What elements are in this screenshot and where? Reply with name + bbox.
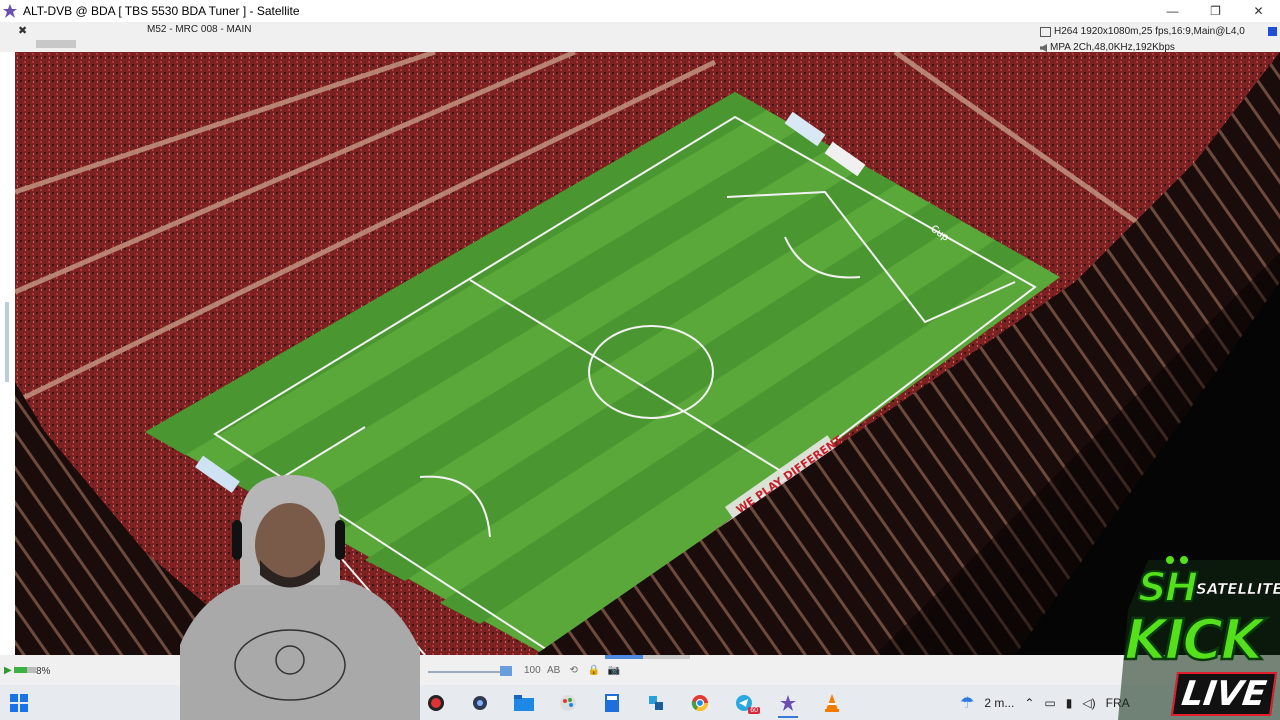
volume-100-button[interactable]: 100 [524,663,541,677]
zoom-level[interactable]: 8% [36,666,50,677]
satellite-dish-icon[interactable]: ✖ [18,24,27,37]
volume-slider[interactable] [14,667,36,673]
position-slider-track[interactable] [428,671,508,673]
menu-icon[interactable] [1268,27,1277,36]
obs-icon[interactable] [420,689,452,717]
window-title: ALT-DVB @ BDA [ TBS 5530 BDA Tuner ] - S… [23,4,300,18]
restore-button[interactable]: ❐ [1194,0,1237,22]
webcam-icon[interactable] [464,689,496,717]
brand-satellite-text: SATELLITE [1196,580,1280,599]
vlc-icon[interactable] [816,689,848,717]
progress-bar[interactable] [605,655,690,659]
taskbar-apps: 60 [420,689,848,718]
play-icon[interactable]: ▶ [4,665,12,676]
mic-icon[interactable]: ▮ [1066,696,1073,710]
position-slider-thumb[interactable] [500,666,512,676]
title-bar: ALT-DVB @ BDA [ TBS 5530 BDA Tuner ] - S… [0,0,1280,22]
calculator-icon[interactable] [596,689,628,717]
brand-sh-text: SH [1137,564,1199,612]
lock-icon[interactable]: 🔒 [587,663,601,677]
video-info: H264 1920x1080m,25 fps,16:9,Main@L4,0 [1054,26,1245,37]
chevron-up-icon[interactable]: ⌃ [1024,696,1034,710]
channel-info-bar: ✖ M52 - MRC 008 - MAIN H264 1920x1080m,2… [0,22,1280,53]
ab-repeat-button[interactable]: AB [547,663,561,677]
window-controls: — ❐ ✕ [1151,0,1280,22]
video-format-icon [1040,27,1051,37]
weather-text[interactable]: 2 m... [984,696,1014,710]
system-tray: ☂ 2 m... ⌃ ▭ ▮ ◁) FRA [960,685,1130,720]
telegram-badge: 60 [748,707,760,714]
altdvb-app-icon[interactable] [3,4,17,18]
channel-name[interactable]: M52 - MRC 008 - MAIN [147,24,251,35]
network-icon[interactable] [640,689,672,717]
left-side-panel [0,52,15,655]
brand-kick-text: KICK [1123,607,1265,675]
folder-icon[interactable] [508,689,540,717]
signal-level-bar [36,40,76,48]
start-button[interactable] [10,694,28,712]
minimize-button[interactable]: — [1151,0,1194,22]
player-buttons: 100 AB ⟲ 🔒 📷 [524,663,621,677]
brand-live-text: LIVE [1170,672,1277,716]
telegram-icon[interactable]: 60 [728,689,760,717]
timeshift-icon[interactable]: ⟲ [567,663,581,677]
chrome-icon[interactable] [684,689,716,717]
close-button[interactable]: ✕ [1237,0,1280,22]
network-tray-icon[interactable]: ▭ [1044,696,1055,710]
progress-fill [605,655,644,659]
speaker-icon[interactable]: ◁) [1082,696,1095,710]
side-scroll-handle[interactable] [5,302,9,382]
paint-icon[interactable] [552,689,584,717]
altdvb-icon[interactable] [772,689,804,718]
audio-icon [1040,44,1047,52]
weather-icon[interactable]: ☂ [960,693,974,713]
webcam-overlay [180,475,420,720]
camera-icon[interactable]: 📷 [607,663,621,677]
